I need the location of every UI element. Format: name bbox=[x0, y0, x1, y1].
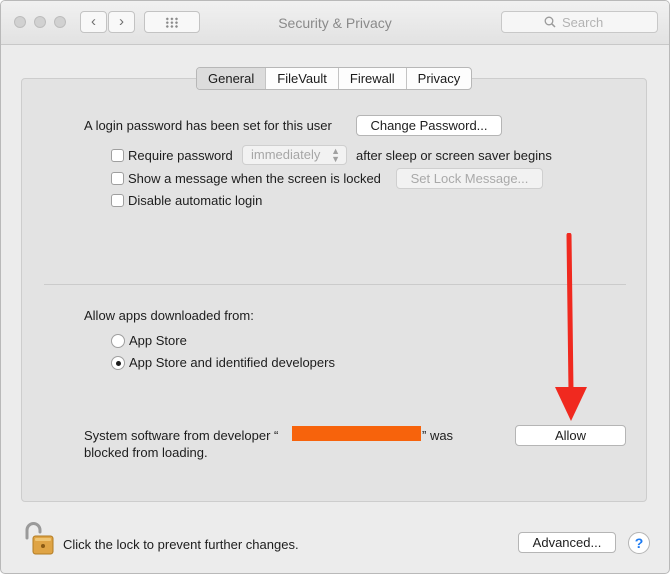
annotation-arrow-icon bbox=[555, 233, 587, 421]
blocked-software-text-line2: blocked from loading. bbox=[84, 445, 208, 460]
tab-filevault[interactable]: FileVault bbox=[265, 68, 338, 89]
login-password-text: A login password has been set for this u… bbox=[84, 118, 332, 133]
allow-button[interactable]: Allow bbox=[515, 425, 626, 446]
section-divider bbox=[44, 284, 626, 285]
lock-hint-text: Click the lock to prevent further change… bbox=[63, 537, 299, 552]
tab-bar: General FileVault Firewall Privacy bbox=[196, 67, 473, 90]
blocked-software-text-end: ” was bbox=[422, 428, 454, 443]
tab-general[interactable]: General bbox=[197, 68, 266, 89]
unlocked-padlock-icon[interactable] bbox=[21, 521, 57, 557]
help-button[interactable]: ? bbox=[628, 532, 650, 554]
after-sleep-text: after sleep or screen saver begins bbox=[356, 148, 552, 163]
set-lock-message-button[interactable]: Set Lock Message... bbox=[396, 168, 543, 189]
require-password-delay-value: immediately bbox=[251, 147, 321, 162]
security-privacy-window: ‹ › Security & Privacy Search General Fi… bbox=[0, 0, 670, 574]
app-store-radio[interactable] bbox=[111, 334, 125, 348]
search-placeholder: Search bbox=[562, 15, 604, 30]
redacted-developer-name bbox=[292, 426, 421, 441]
search-field[interactable]: Search bbox=[501, 11, 658, 33]
disable-auto-login-checkbox[interactable] bbox=[111, 194, 124, 207]
require-password-delay-select[interactable]: immediately ▲ ▼ bbox=[242, 145, 347, 165]
advanced-button[interactable]: Advanced... bbox=[518, 532, 616, 553]
tab-privacy[interactable]: Privacy bbox=[405, 68, 472, 89]
change-password-button[interactable]: Change Password... bbox=[356, 115, 502, 136]
blocked-software-text-start: System software from developer “ bbox=[84, 428, 279, 443]
up-down-chevron-icon: ▲ ▼ bbox=[331, 146, 340, 164]
title-bar: ‹ › Security & Privacy Search bbox=[1, 1, 669, 45]
app-store-identified-label: App Store and identified developers bbox=[129, 355, 335, 370]
search-icon bbox=[544, 16, 556, 28]
require-password-checkbox[interactable] bbox=[111, 149, 124, 162]
show-message-label: Show a message when the screen is locked bbox=[128, 171, 381, 186]
allow-apps-heading: Allow apps downloaded from: bbox=[84, 308, 254, 323]
show-message-checkbox[interactable] bbox=[111, 172, 124, 185]
app-store-identified-radio[interactable] bbox=[111, 356, 125, 370]
tab-firewall[interactable]: Firewall bbox=[337, 68, 406, 89]
app-store-label: App Store bbox=[129, 333, 187, 348]
require-password-label: Require password bbox=[128, 148, 233, 163]
disable-auto-login-label: Disable automatic login bbox=[128, 193, 263, 208]
